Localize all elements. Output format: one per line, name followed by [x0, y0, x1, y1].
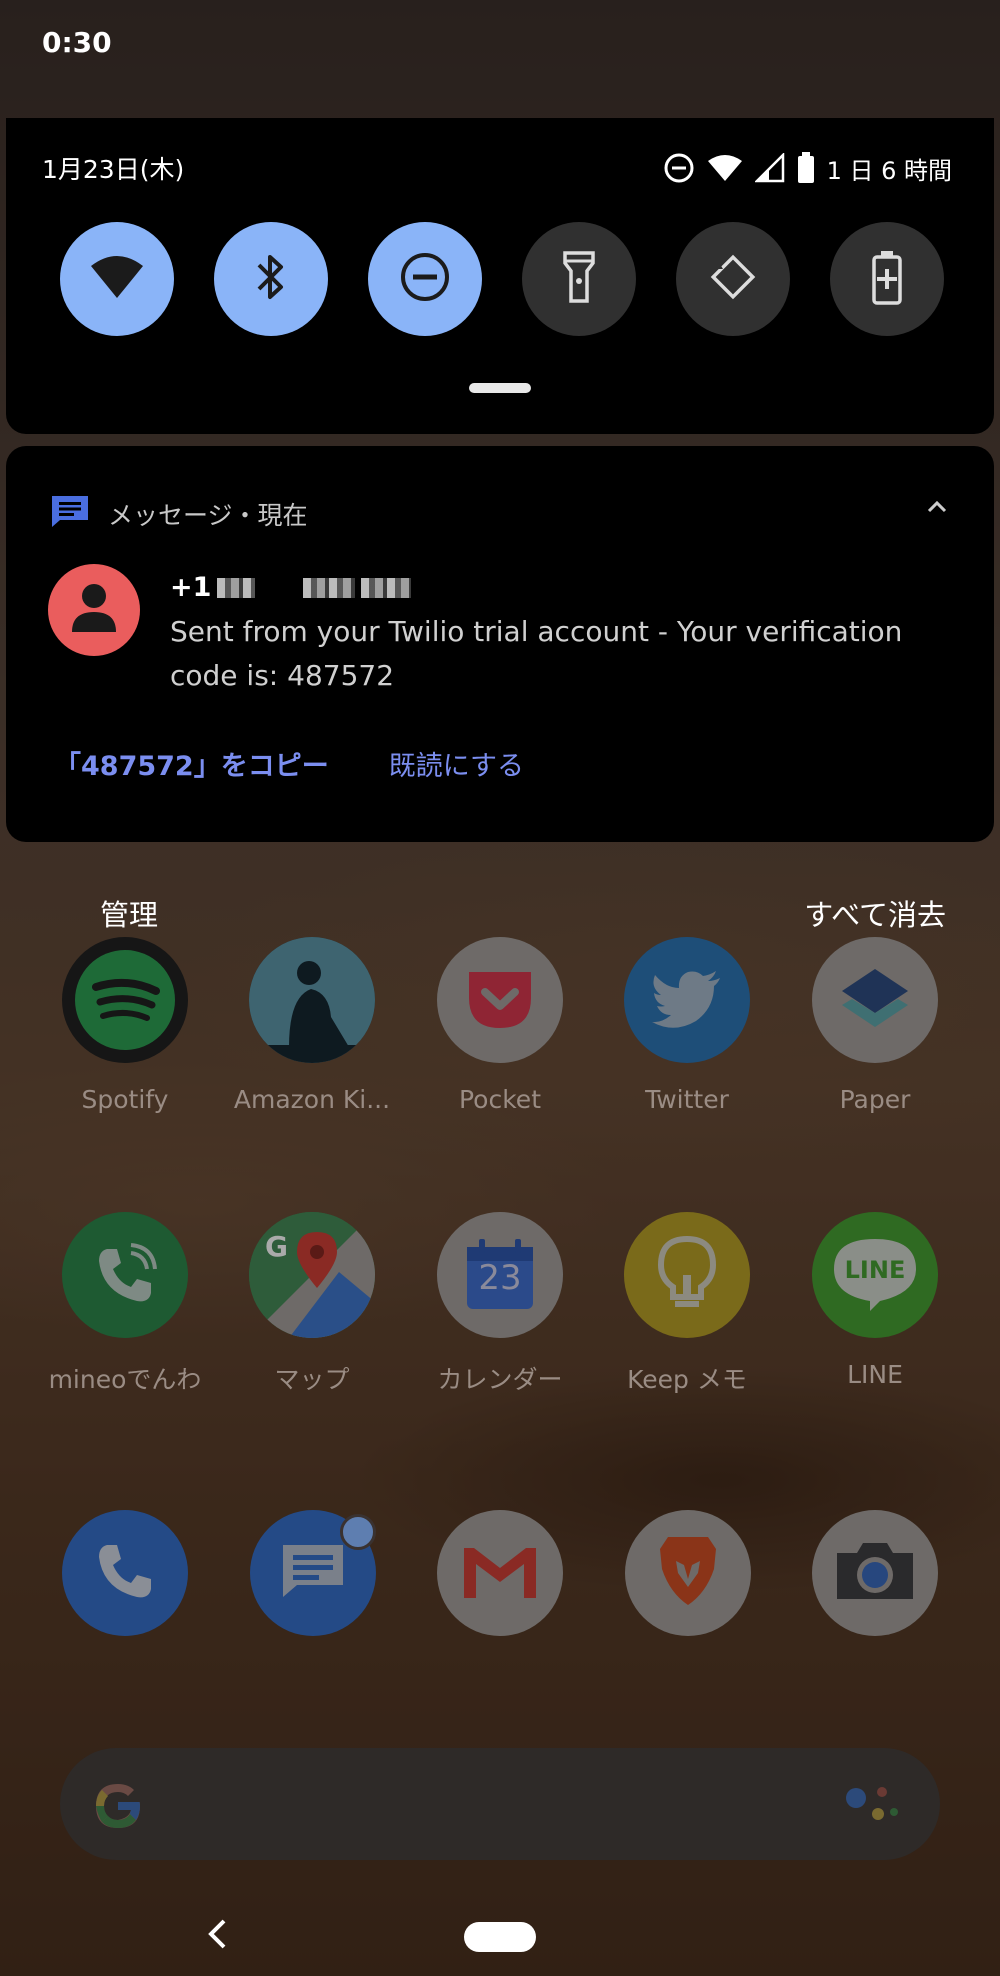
calendar-day: 23	[478, 1258, 522, 1298]
status-time: 0:30	[42, 26, 112, 59]
tile-do-not-disturb[interactable]	[368, 222, 482, 336]
tile-flashlight[interactable]	[522, 222, 636, 336]
camera-icon	[833, 1539, 917, 1607]
app-calendar[interactable]: 23 カレンダー	[410, 1212, 590, 1396]
flashlight-icon	[563, 249, 595, 309]
dnd-status-icon	[663, 152, 695, 184]
dock-phone[interactable]	[62, 1510, 188, 1636]
dock-messages[interactable]	[250, 1510, 376, 1636]
app-mineo-denwa[interactable]: mineoでんわ	[35, 1212, 215, 1396]
twitter-icon	[624, 937, 750, 1063]
app-amazon-kindle[interactable]: Amazon Ki...	[222, 937, 402, 1114]
app-line[interactable]: LINE LINE	[785, 1212, 965, 1389]
keep-bulb-icon	[624, 1212, 750, 1338]
line-icon: LINE	[812, 1212, 938, 1338]
phone-icon	[95, 1541, 155, 1605]
pocket-icon	[437, 937, 563, 1063]
messages-app-icon	[50, 494, 90, 534]
notification-app-label: メッセージ・現在	[108, 501, 308, 530]
app-spotify[interactable]: Spotify	[35, 937, 215, 1114]
paper-icon	[812, 937, 938, 1063]
app-label: Pocket	[459, 1085, 541, 1114]
quick-settings-panel: 1月23日(木) 1 日 6 時間	[6, 118, 994, 434]
messages-icon	[279, 1541, 347, 1605]
notification-body: Sent from your Twilio trial account - Yo…	[170, 615, 903, 692]
notification-actions: 「487572」をコピー 既読にする	[54, 744, 524, 783]
clear-all-button[interactable]: すべて消去	[804, 892, 946, 934]
date-label[interactable]: 1月23日(木)	[42, 150, 184, 186]
quick-settings-tiles	[60, 222, 944, 336]
battery-remaining-text: 1 日 6 時間	[826, 156, 952, 185]
app-label: Twitter	[645, 1085, 729, 1114]
mineo-phone-icon	[62, 1212, 188, 1338]
quick-settings-drag-handle[interactable]	[469, 383, 531, 393]
collapse-chevron-icon[interactable]	[926, 498, 948, 517]
tile-bluetooth[interactable]	[214, 222, 328, 336]
maps-icon: G	[249, 1212, 375, 1338]
app-label: カレンダー	[437, 1365, 563, 1394]
sender-number-text: +1	[170, 572, 212, 603]
google-assistant-icon[interactable]	[844, 1784, 900, 1832]
battery-saver-icon	[871, 249, 903, 309]
app-label: Amazon Ki...	[233, 1085, 391, 1114]
app-label: Paper	[839, 1085, 911, 1114]
spotify-icon	[62, 937, 188, 1063]
battery-icon	[797, 152, 815, 184]
notification-header: メッセージ・現在	[50, 494, 308, 534]
tile-auto-rotate[interactable]	[676, 222, 790, 336]
google-g-icon	[90, 1778, 146, 1838]
bluetooth-icon	[251, 251, 291, 307]
person-icon	[69, 580, 119, 640]
app-label: マップ	[274, 1365, 350, 1394]
wifi-icon	[89, 254, 145, 304]
app-pocket[interactable]: Pocket	[410, 937, 590, 1114]
quick-settings-header: 1月23日(木) 1 日 6 時間	[42, 148, 952, 188]
line-logo-text: LINE	[844, 1256, 906, 1284]
auto-rotate-icon	[705, 249, 761, 309]
app-paper[interactable]: Paper	[785, 937, 965, 1114]
sender-avatar	[48, 564, 140, 656]
kindle-icon	[249, 937, 375, 1063]
redacted-digits	[361, 577, 412, 598]
brave-lion-icon	[656, 1535, 720, 1611]
redacted-digits	[303, 577, 356, 598]
dock-gmail[interactable]	[437, 1510, 563, 1636]
gmail-icon	[460, 1540, 540, 1606]
calendar-icon: 23	[437, 1212, 563, 1338]
tile-wifi[interactable]	[60, 222, 174, 336]
status-icons: 1 日 6 時間	[663, 151, 952, 186]
dock-camera[interactable]	[812, 1510, 938, 1636]
unread-badge	[340, 1514, 376, 1550]
cell-signal-icon	[754, 153, 785, 183]
back-chevron-icon[interactable]	[206, 1918, 228, 1954]
manage-button[interactable]: 管理	[100, 892, 158, 934]
dock-brave[interactable]	[625, 1510, 751, 1636]
wifi-status-icon	[707, 153, 743, 183]
svg-text:G: G	[265, 1230, 288, 1263]
copy-code-button[interactable]: 「487572」をコピー	[54, 744, 329, 783]
dnd-icon	[399, 251, 451, 307]
app-twitter[interactable]: Twitter	[597, 937, 777, 1114]
app-label: LINE	[847, 1360, 903, 1389]
message-notification[interactable]: メッセージ・現在 +1 Sent from your Twilio trial …	[6, 446, 994, 842]
app-maps[interactable]: G マップ	[222, 1212, 402, 1396]
tile-battery-saver[interactable]	[830, 222, 944, 336]
home-pill-button[interactable]	[464, 1922, 536, 1952]
app-label: Spotify	[81, 1085, 169, 1114]
mark-read-button[interactable]: 既読にする	[389, 744, 524, 783]
sender-number: +1	[170, 572, 412, 603]
app-label: mineoでんわ	[48, 1365, 202, 1394]
app-keep[interactable]: Keep メモ	[597, 1212, 777, 1396]
app-label: Keep メモ	[627, 1365, 747, 1394]
redacted-digits	[217, 577, 256, 598]
google-search-bar[interactable]	[60, 1748, 940, 1860]
